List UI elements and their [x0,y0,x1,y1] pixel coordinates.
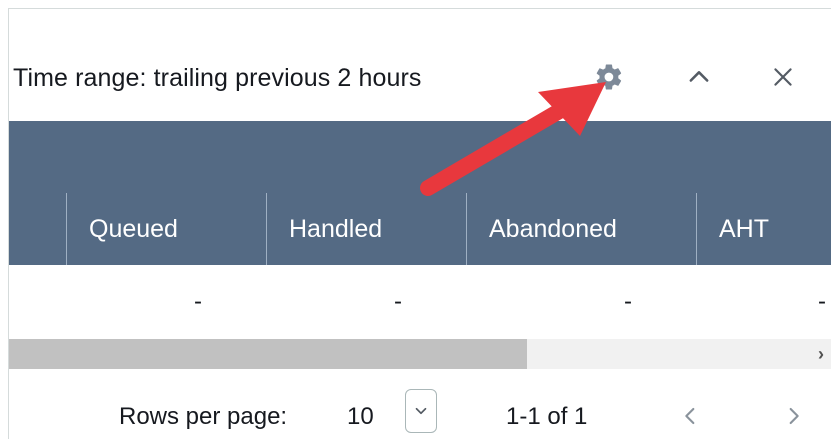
rows-per-page-label: Rows per page: [119,403,288,430]
time-range-label: Time range: trailing previous 2 hours [13,64,422,92]
close-button[interactable] [765,59,801,95]
chevron-up-icon [689,71,709,82]
chevron-right-icon [789,407,799,425]
scroll-right-arrow-icon[interactable]: › [810,339,831,369]
scrollbar-thumb[interactable] [9,339,527,369]
horizontal-scrollbar[interactable]: › [9,339,831,369]
table-group-header [9,121,831,193]
chevron-left-icon [685,407,695,425]
cell-queued: - [194,288,202,315]
chevron-down-icon [415,407,427,415]
column-header-queued[interactable]: Queued [66,193,266,265]
column-header-hidden [9,193,66,265]
cell-aht: - [818,288,826,315]
column-header-abandoned[interactable]: Abandoned [466,193,696,265]
rows-per-page-select[interactable] [405,389,437,433]
table-header: Queued Handled Abandoned AHT [9,193,831,265]
panel-header: Time range: trailing previous 2 hours [9,9,831,119]
metrics-panel: Time range: trailing previous 2 hours Qu… [8,8,831,439]
previous-page-button[interactable] [677,399,705,433]
cell-handled: - [394,288,402,315]
page-range-text: 1-1 of 1 [506,403,588,430]
next-page-button[interactable] [779,399,807,433]
gear-icon [596,64,622,90]
collapse-button[interactable] [681,59,717,95]
pagination: Rows per page: 10 1-1 of 1 [9,369,831,439]
table-row: - - - - [9,265,831,340]
settings-button[interactable] [591,59,627,95]
column-header-aht[interactable]: AHT [696,193,831,265]
close-icon [774,68,792,86]
column-header-handled[interactable]: Handled [266,193,466,265]
cell-abandoned: - [624,288,632,315]
rows-per-page-value: 10 [347,403,374,430]
